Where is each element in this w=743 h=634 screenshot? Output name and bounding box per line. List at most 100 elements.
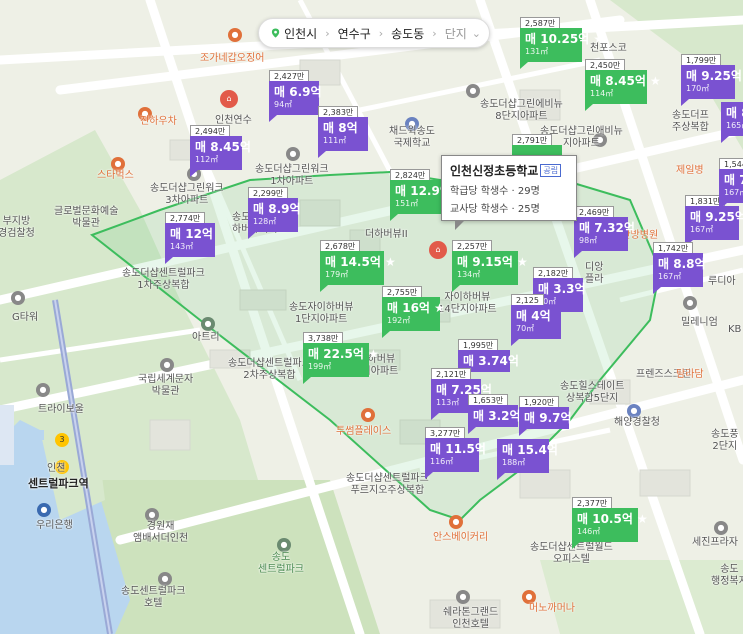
place-label[interactable]: 송도더샵그린워크 3차아파트: [150, 183, 224, 207]
place-label[interactable]: 자이하버뷰 14단지아파트: [438, 292, 497, 316]
listing-price-box[interactable]: 매 14.5억 ★ 179㎡: [320, 251, 396, 285]
place-label[interactable]: 송도더샵센트럴파크 1차주상복합: [122, 268, 205, 292]
listing-price-box[interactable]: 매 3.2억: [468, 405, 521, 427]
listing-price-box[interactable]: 매 8.8억 167㎡: [653, 253, 706, 287]
place-label[interactable]: 글로벌문화예술 박물관: [54, 206, 118, 230]
place-label[interactable]: 밀레니엄: [681, 317, 718, 329]
listing-price: 매 8억: [323, 121, 358, 135]
listing-price: 매 10.25억 ★: [525, 32, 605, 46]
marker-pointer: [511, 339, 519, 346]
place-label[interactable]: 경원재 앰배서더인천: [133, 521, 188, 545]
listing-price-box[interactable]: 매 12.9억 151㎡: [390, 180, 451, 214]
listing-price-box[interactable]: 매 8억 111㎡: [318, 117, 368, 151]
school-pin-icon[interactable]: ⌂: [429, 241, 447, 259]
place-label[interactable]: 국립세계문자 박물관: [138, 374, 193, 398]
map-canvas[interactable]: ● ● ⌂ ● ● ● ● ● ● ● ● ● ● ● ● ● ● ● ● ● …: [0, 0, 743, 634]
place-label[interactable]: 송도 센트럴파크: [258, 552, 304, 576]
listing-price-box[interactable]: 매 9.7억: [519, 407, 572, 429]
listing-price-box[interactable]: 매 9.25억 167㎡: [685, 206, 743, 240]
place-label[interactable]: 송도더샵그린에비뉴 8단지아파트: [480, 99, 563, 123]
listing-price-box[interactable]: 매 8.45억 ★ 114㎡: [585, 70, 661, 104]
place-label[interactable]: 우리은행: [36, 520, 73, 532]
place-label[interactable]: 진하우차: [140, 116, 177, 128]
marker-pointer: [425, 472, 433, 479]
place-label[interactable]: 송도더샵그린워크 1차아파트: [255, 164, 329, 188]
listing-price-box[interactable]: 매 22.5억 ★ 199㎡: [303, 343, 379, 377]
place-label[interactable]: 송도더샵센트럴파크 2차주상복합: [228, 358, 311, 382]
building-icon: ●: [36, 383, 50, 397]
place-label[interactable]: 채드윅송도 국제학교: [389, 126, 435, 150]
region-breadcrumb: 인천시 › 연수구 › 송도동 › 단지 ⌄: [258, 18, 490, 48]
breadcrumb-district[interactable]: 연수구: [338, 25, 371, 42]
place-label[interactable]: 인천: [47, 463, 65, 475]
place-label[interactable]: 탐라담: [676, 369, 704, 381]
building-icon: ●: [11, 291, 25, 305]
listing-price-box[interactable]: 매 6.9억 94㎡: [269, 81, 322, 115]
place-label[interactable]: 부지방 경검찰청: [0, 216, 35, 240]
marker-pointer: [165, 257, 173, 264]
place-label[interactable]: 송도힐스테이트 상복합5단지: [560, 381, 624, 405]
building-icon: ●: [683, 296, 697, 310]
park-icon: ●: [277, 538, 291, 552]
place-label[interactable]: 안스베이커리: [433, 532, 488, 544]
listing-price-box[interactable]: 매 16억 ★ 192㎡: [382, 297, 445, 331]
marker-pointer: [585, 104, 593, 111]
place-label[interactable]: 조가네갑오징어: [200, 53, 264, 65]
chevron-down-icon[interactable]: ⌄: [472, 27, 481, 40]
marker-pointer: [520, 62, 528, 69]
chevron-right-icon: ›: [325, 26, 330, 40]
place-label[interactable]: 제일병: [676, 165, 704, 177]
listing-price-box[interactable]: 매 8.45억 112㎡: [190, 136, 251, 170]
listing-price-box[interactable]: 매 9.15억 ★ 134㎡: [452, 251, 528, 285]
listing-price-box[interactable]: 매 11.5억 116㎡: [425, 438, 486, 472]
breadcrumb-complex-dropdown[interactable]: 단지: [445, 25, 467, 42]
place-label[interactable]: 송도 행정복지: [711, 564, 743, 588]
listing-price-box[interactable]: 매 10.5억 ★ 146㎡: [572, 508, 648, 542]
listing-price-box[interactable]: 매 10.25억 ★ 131㎡: [520, 28, 605, 62]
listing-price: 매 11.5억: [430, 442, 486, 456]
listing-price-box[interactable]: 매 7.32억 98㎡: [574, 217, 635, 251]
cafe-icon: ●: [361, 408, 375, 422]
listing-price: 매 9.15억 ★: [457, 255, 528, 269]
marker-pointer: [190, 170, 198, 177]
place-label[interactable]: 머노까머나: [529, 603, 575, 615]
police-icon: ●: [627, 404, 641, 418]
place-label[interactable]: 쉐라톤그랜드 인천호텔: [443, 607, 498, 631]
place-label[interactable]: 송도센트럴파크 호텔: [121, 586, 185, 610]
place-label[interactable]: 투썸플레이스: [336, 426, 391, 438]
listing-area: 167㎡: [658, 272, 682, 281]
place-label[interactable]: 송도더프 주상복합: [672, 110, 709, 134]
listing-price-box[interactable]: 매 4억 70㎡: [511, 305, 561, 339]
listing-price-box[interactable]: 매 7.167㎡: [719, 169, 743, 203]
place-label[interactable]: 트라이보울: [38, 404, 84, 416]
place-label[interactable]: 송도자이하버뷰 1단지아파트: [289, 302, 353, 326]
restaurant-icon: ●: [522, 590, 536, 604]
place-label[interactable]: G타워: [12, 312, 38, 324]
listing-price: 매 3.2억: [473, 409, 521, 423]
place-label[interactable]: 디앙 플라: [585, 262, 603, 286]
school-tooltip[interactable]: 인천신정초등학교 공립 학급당 학생수 · 29명 교사당 학생수 · 25명: [441, 155, 577, 221]
breadcrumb-city[interactable]: 인천시: [284, 25, 317, 42]
place-label[interactable]: 루디아: [708, 276, 736, 288]
place-label[interactable]: 세진프라자: [692, 537, 738, 549]
place-label[interactable]: 더하버뷰II: [365, 229, 408, 241]
place-label[interactable]: KB: [728, 324, 741, 336]
listing-price: 매 8.8억: [658, 257, 706, 271]
listing-price-box[interactable]: 매 12억 143㎡: [165, 223, 215, 257]
listing-price-box[interactable]: 매 15.4억 188㎡: [497, 439, 558, 473]
listing-price-box[interactable]: 매 8.9억 128㎡: [248, 198, 301, 232]
listing-price: 매 4억: [516, 309, 551, 323]
place-label[interactable]: 스타벅스: [97, 170, 134, 182]
place-label[interactable]: 송도더샵센트럴파크 푸르지오주상복합: [346, 473, 429, 497]
marker-pointer: [519, 429, 527, 436]
marker-pointer: [497, 473, 505, 480]
place-label[interactable]: 해양경찰청: [614, 417, 660, 429]
listing-price-box[interactable]: 매 8165㎡: [721, 102, 743, 136]
place-label[interactable]: 센트럴파크역: [28, 478, 89, 490]
listing-price-box[interactable]: 매 9.25억 170㎡: [681, 65, 742, 99]
marker-pointer: [269, 115, 277, 122]
listing-price: 매 10.5억 ★: [577, 512, 648, 526]
place-label[interactable]: 아트리: [192, 332, 220, 344]
breadcrumb-dong[interactable]: 송도동: [391, 25, 424, 42]
place-label[interactable]: 송도풍 2단지: [711, 429, 739, 453]
